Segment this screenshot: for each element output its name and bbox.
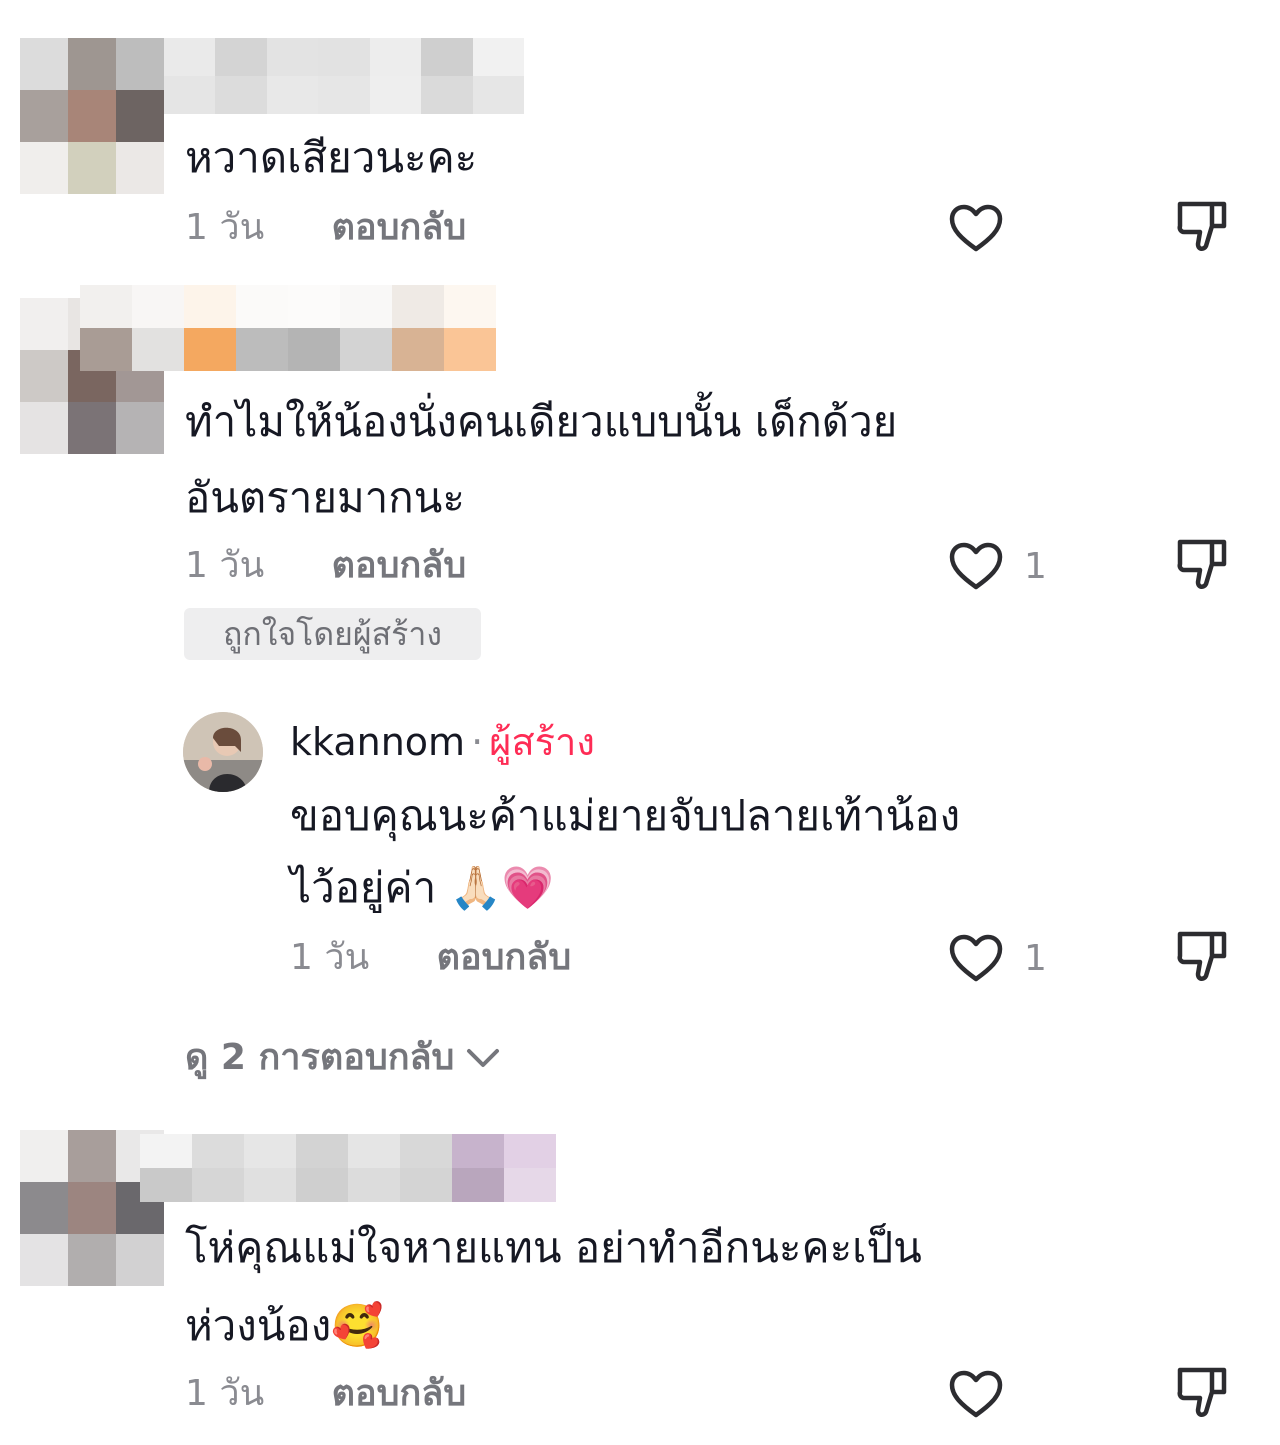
comment-text-line2: อันตรายมากนะ	[185, 473, 465, 522]
username-pixelated[interactable]	[140, 1134, 556, 1202]
like-button[interactable]: 1	[948, 930, 1047, 986]
comment-meta: 1 วัน ตอบกลับ	[185, 200, 466, 256]
heart-outline-icon	[949, 542, 1003, 590]
comment-time: 1 วัน	[185, 545, 265, 586]
creator-label: ผู้สร้าง	[489, 720, 595, 764]
like-button[interactable]	[948, 200, 1004, 256]
avatar-photo	[183, 712, 263, 792]
username-pixelated[interactable]	[80, 285, 496, 371]
avatar-pixelated[interactable]	[20, 38, 164, 194]
view-more-replies[interactable]: ดู 2 การตอบกลับ	[185, 1030, 500, 1086]
dislike-button[interactable]	[1174, 1364, 1230, 1424]
dislike-button[interactable]	[1174, 928, 1230, 988]
comment-meta: 1 วัน ตอบกลับ	[185, 1366, 466, 1422]
comment-text-line1: ทำไมให้น้องนั่งคนเดียวแบบนั้น เด็กด้วย	[185, 397, 898, 446]
reply-text-line1: ขอบคุณนะค้าแม่ยายจับปลายเท้าน้อง	[290, 791, 961, 840]
reply-username-row: kkannom · ผู้สร้าง	[290, 712, 595, 772]
separator-dot: ·	[471, 720, 484, 764]
liked-by-creator-badge: ถูกใจโดยผู้สร้าง	[184, 608, 481, 660]
comment-text-line1: โห่คุณแม่ใจหายแทน อย่าทำอีกนะคะเป็น	[185, 1223, 922, 1272]
reply-button[interactable]: ตอบกลับ	[332, 1373, 467, 1414]
chevron-down-icon	[467, 1049, 500, 1067]
reply-meta: 1 วัน ตอบกลับ	[290, 930, 571, 986]
view-more-label: ดู 2 การตอบกลับ	[185, 1037, 455, 1078]
like-button[interactable]: 1	[948, 538, 1047, 594]
username-pixelated[interactable]	[164, 38, 524, 114]
comment-meta: 1 วัน ตอบกลับ	[185, 538, 466, 594]
heart-outline-icon	[949, 204, 1003, 252]
heart-outline-icon	[949, 934, 1003, 982]
comment-time: 1 วัน	[185, 207, 265, 248]
like-button[interactable]	[948, 1366, 1004, 1422]
comment-text-line2: ห่วงน้อง🥰	[185, 1301, 384, 1350]
comment-time: 1 วัน	[185, 1373, 265, 1414]
like-count: 1	[1024, 545, 1047, 587]
reply-time: 1 วัน	[290, 937, 370, 978]
dislike-icon	[1177, 1367, 1227, 1417]
reply-button[interactable]: ตอบกลับ	[437, 937, 572, 978]
avatar[interactable]	[183, 712, 263, 792]
dislike-button[interactable]	[1174, 536, 1230, 596]
comment-text: หวาดเสียวนะคะ	[185, 133, 478, 182]
reply-text-line2: ไว้อยู่ค่า 🙏🏻💗	[290, 863, 555, 912]
dislike-icon	[1177, 201, 1227, 251]
heart-outline-icon	[949, 1370, 1003, 1418]
reply-username[interactable]: kkannom	[290, 720, 465, 764]
dislike-icon	[1177, 931, 1227, 981]
like-count: 1	[1024, 937, 1047, 979]
dislike-icon	[1177, 539, 1227, 589]
reply-button[interactable]: ตอบกลับ	[332, 207, 467, 248]
dislike-button[interactable]	[1174, 198, 1230, 258]
reply-button[interactable]: ตอบกลับ	[332, 545, 467, 586]
